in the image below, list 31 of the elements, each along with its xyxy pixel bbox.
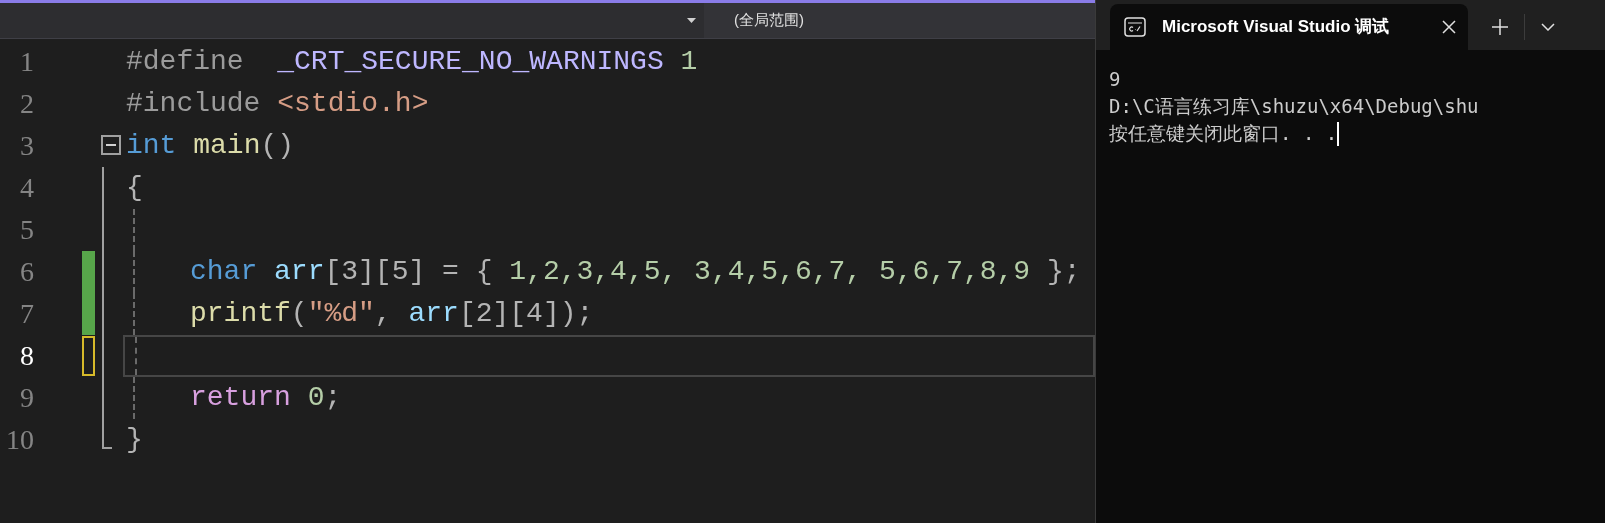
line-number: 4 (19, 174, 34, 202)
code-line: return 0; (190, 382, 342, 413)
code-line: char arr[3][5] = { 1,2,3,4,5, 3,4,5,6,7, 5,6,7,8,9 }; (190, 256, 1081, 287)
scope-dropdown[interactable]: (全局范围) (704, 3, 1095, 38)
terminal-tab[interactable]: Microsoft Visual Studio 调试 (1110, 4, 1468, 50)
new-tab-icon[interactable] (1492, 19, 1508, 35)
line-number: 10 (5, 426, 34, 454)
text-cursor (1337, 121, 1340, 146)
code-line: int main() (126, 130, 295, 161)
terminal-output-line: 9 (1109, 67, 1121, 92)
line-number: 2 (19, 90, 34, 118)
code-line: #define _CRT_SECURE_NO_WARNINGS 1 (126, 46, 698, 77)
line-number: 7 (19, 300, 34, 328)
console-icon (1124, 17, 1146, 37)
code-line: #include <stdio.h> (126, 88, 429, 119)
terminal-output-line: 按任意键关闭此窗口. . . (1109, 121, 1338, 146)
line-number: 9 (19, 384, 34, 412)
collapse-icon[interactable] (101, 135, 121, 155)
line-number: 3 (19, 132, 34, 160)
line-number: 1 (19, 48, 34, 76)
close-icon[interactable] (1442, 20, 1456, 34)
code-line: { (126, 172, 143, 203)
code-line: } (126, 424, 143, 455)
code-line: printf("%d", arr[2][4]); (190, 298, 594, 329)
terminal-output-line: D:\C语言练习库\shuzu\x64\Debug\shu (1109, 94, 1479, 119)
dropdown-caret-icon[interactable] (687, 18, 696, 23)
line-number: 5 (19, 216, 34, 244)
scope-guide-line (102, 419, 112, 449)
line-number: 6 (19, 258, 34, 286)
line-number: 8 (19, 342, 34, 370)
chevron-down-icon[interactable] (1541, 23, 1555, 31)
